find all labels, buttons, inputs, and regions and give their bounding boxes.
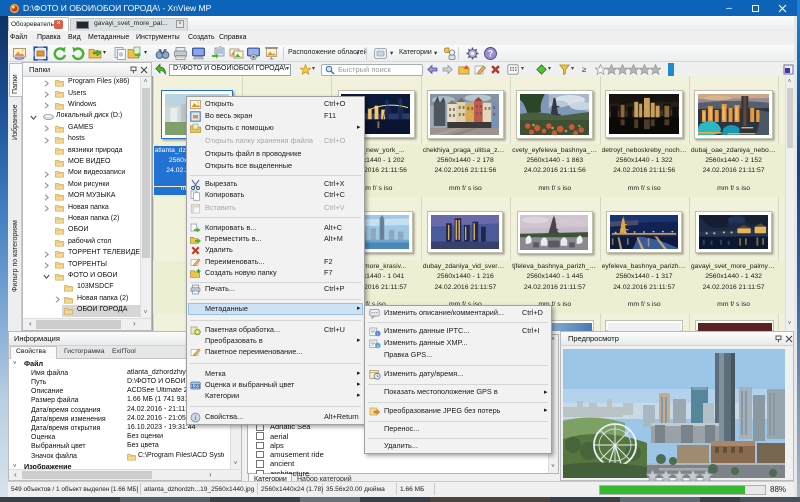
svg-text:123: 123 (190, 383, 199, 389)
svg-text:?: ? (488, 49, 494, 59)
svg-text:i: i (377, 331, 378, 336)
svg-text:i: i (194, 414, 196, 422)
svg-text:x: x (377, 343, 379, 348)
